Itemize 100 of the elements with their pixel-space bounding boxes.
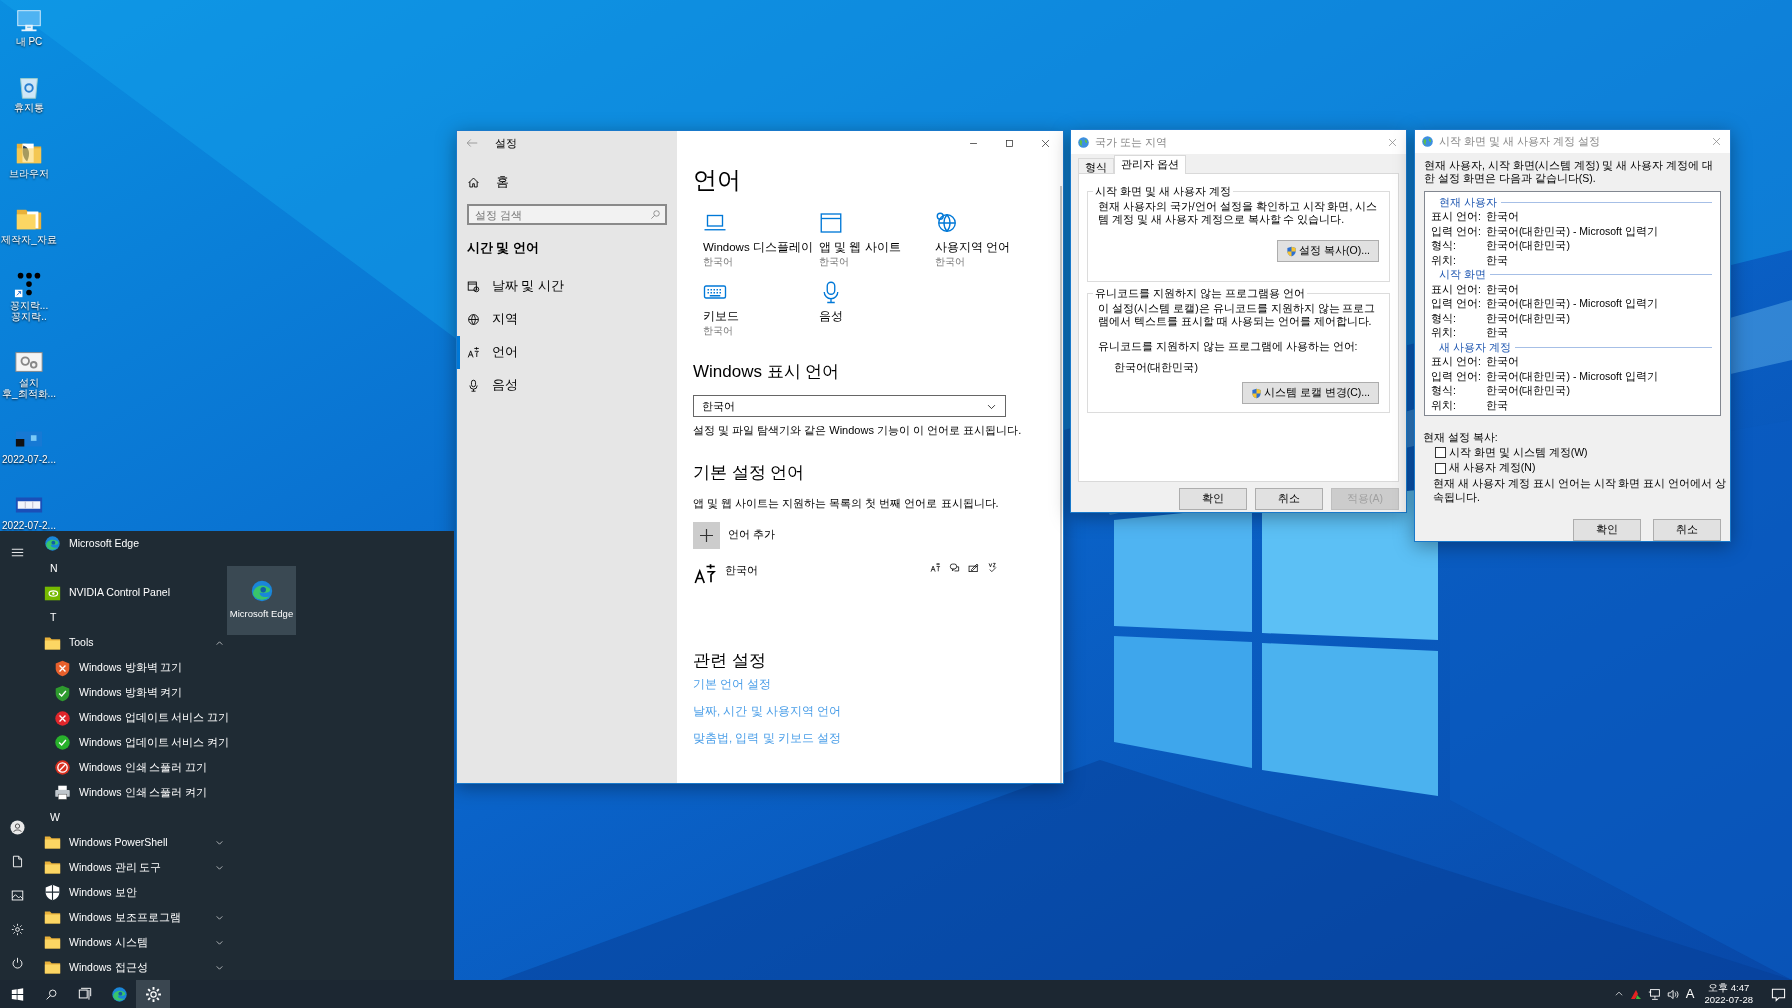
taskbar-app[interactable]: [136, 980, 170, 1008]
app-item[interactable]: Windows 방화벽 켜기: [44, 680, 224, 706]
letter-header[interactable]: W: [50, 809, 60, 826]
network-icon[interactable]: [1647, 987, 1661, 1001]
volume-icon[interactable]: [1666, 987, 1680, 1001]
sidebar-item[interactable]: 음성: [457, 369, 667, 402]
sidebar-item[interactable]: 날짜 및 시간: [457, 270, 667, 303]
section-heading: Windows 표시 언어: [693, 361, 841, 383]
tab[interactable]: 관리자 옵션: [1114, 155, 1186, 174]
description-text: 현재 사용자의 국가/언어 설정을 확인하고 시작 화면, 시스템 계정 및 새 사용자 계정으로 복사할 수 있습니다.: [1098, 200, 1379, 226]
edge-icon: [44, 534, 61, 552]
tab[interactable]: 형식: [1078, 158, 1114, 174]
row-label: 표시 언어:: [1431, 354, 1482, 369]
check-icon: [54, 734, 71, 752]
scrollbar[interactable]: [1060, 186, 1062, 783]
notification-icon[interactable]: [1771, 986, 1786, 1002]
add-language-button[interactable]: 언어 추가: [693, 522, 776, 549]
app-item[interactable]: Microsoft Edge: [44, 531, 224, 556]
shield-button[interactable]: 설정 복사(O)...: [1277, 240, 1379, 262]
globe-icon: [935, 211, 959, 235]
window-title: 국가 또는 지역: [1095, 134, 1168, 150]
description-text: 이 설정(시스템 로캘)은 유니코드를 지원하지 않는 프로그램에서 텍스트를 표시할 때 사용되는 언어를 제어합니다.: [1098, 302, 1377, 328]
window-title: 시작 화면 및 새 사용자 계정 설정: [1439, 134, 1601, 150]
dialog-button[interactable]: 취소: [1653, 519, 1721, 541]
desktop-icon[interactable]: 2022-07-2...: [0, 490, 58, 531]
desktop-icon[interactable]: 설치 후_최적화...: [0, 347, 58, 399]
description-text: 유니코드를 지원하지 않는 프로그램에 사용하는 언어:: [1098, 340, 1359, 353]
app-item[interactable]: Windows 방화벽 끄기: [44, 655, 224, 681]
window-title: 설정: [495, 135, 517, 151]
app-item[interactable]: NVIDIA Control Panel: [44, 580, 224, 606]
row-value: 한국어: [1486, 281, 1519, 297]
description-text: 현재 새 사용자 계정 표시 언어는 시작 화면 표시 언어에서 상속됩니다.: [1432, 476, 1728, 504]
desktop-icon[interactable]: 내 PC: [0, 6, 58, 47]
folder-item[interactable]: Windows 접근성: [44, 954, 224, 980]
sidebar-item[interactable]: 언어: [457, 336, 667, 369]
sidebar-item[interactable]: 지역: [457, 303, 667, 336]
settings-tile[interactable]: 키보드 한국어: [703, 280, 819, 338]
close-icon: [1711, 135, 1722, 147]
spellcheck-icon: [987, 562, 998, 573]
folder-item[interactable]: Windows PowerShell: [44, 830, 224, 856]
folder-item[interactable]: Windows 관리 도구: [44, 855, 224, 881]
language-item[interactable]: 한국어: [693, 558, 1006, 590]
shield-button[interactable]: 시스템 로캘 변경(C)...: [1241, 382, 1379, 404]
page-title: 언어: [693, 165, 742, 195]
checkbox[interactable]: [1435, 446, 1446, 458]
checkbox[interactable]: [1435, 462, 1446, 474]
row-label: 위치:: [1431, 397, 1457, 413]
row-value: 한국어: [1486, 354, 1519, 369]
edge-icon: [249, 579, 274, 604]
desktop-icon[interactable]: 제작자_자료: [0, 204, 58, 245]
globe-icon: [1077, 135, 1090, 149]
section-header: 새 사용자 계정: [1439, 339, 1511, 355]
app-tile[interactable]: Microsoft Edge: [227, 566, 296, 635]
app-item[interactable]: Windows 보안: [44, 880, 224, 906]
checkbox-label: 시작 화면 및 시스템 계정(W): [1449, 444, 1588, 460]
uac-shield-icon: [1286, 245, 1298, 257]
folder-item[interactable]: Windows 보조프로그램: [44, 905, 224, 930]
search-field[interactable]: 설정 검색: [467, 204, 667, 225]
dialog-button[interactable]: 확인: [1179, 488, 1247, 510]
language-icon: [693, 562, 717, 586]
row-label: 형식:: [1431, 310, 1457, 326]
section-heading: 기본 설정 언어: [693, 462, 806, 484]
settings-tile[interactable]: Windows 디스플레이 한국어: [703, 211, 819, 269]
desktop-icon[interactable]: 휴지통: [0, 72, 58, 113]
ime-indicator[interactable]: A: [1685, 984, 1695, 1004]
desktop-icon[interactable]: 브라우저: [0, 138, 58, 179]
shield-check-icon: [54, 684, 71, 702]
globe-icon: [467, 313, 480, 326]
settings-tile[interactable]: 사용지역 언어 한국어: [935, 211, 1051, 269]
settings-tile[interactable]: 앱 및 웹 사이트 한국어: [819, 211, 935, 269]
section-title: 시간 및 언어: [467, 240, 540, 255]
desktop-icon[interactable]: 2022-07-2...: [0, 424, 58, 465]
globe-icon: [1421, 134, 1434, 148]
clock[interactable]: 오후 4:47 2022-07-28: [1700, 982, 1757, 1006]
folder-item[interactable]: Windows 시스템: [44, 930, 224, 955]
section-heading: 관련 설정: [693, 650, 767, 672]
chevron-icon[interactable]: [1613, 989, 1624, 999]
folder-item[interactable]: Tools: [44, 630, 224, 656]
power-icon: [10, 956, 24, 970]
home-link[interactable]: 홈: [457, 172, 667, 192]
app-item[interactable]: Windows 인쇄 스풀러 끄기: [44, 755, 224, 781]
speech-icon: [949, 562, 960, 573]
row-value: 한국어(대한민국) - Microsoft 입력기: [1486, 223, 1658, 239]
row-label: 입력 언어:: [1431, 296, 1482, 311]
settings-icon: [10, 922, 24, 936]
calendar-icon: [467, 280, 480, 293]
dialog-button[interactable]: 취소: [1255, 488, 1323, 510]
letter-header[interactable]: T: [50, 610, 57, 627]
language-dropdown[interactable]: 한국어: [693, 395, 1006, 417]
error-icon: [54, 709, 71, 727]
app-item[interactable]: Windows 인쇄 스풀러 켜기: [44, 780, 224, 806]
back-icon: [465, 136, 479, 150]
dialog-button[interactable]: 확인: [1573, 519, 1641, 541]
settings-tile[interactable]: 음성: [819, 280, 935, 338]
desktop-icon[interactable]: 꽁지락... 꽁지락..: [0, 270, 58, 322]
letter-header[interactable]: N: [50, 560, 58, 577]
task-view-icon: [78, 987, 92, 1001]
checkbox-label: 새 사용자 계정(N): [1449, 460, 1536, 476]
tray-app-icon[interactable]: [1629, 988, 1642, 1000]
language-icon: [930, 562, 941, 573]
